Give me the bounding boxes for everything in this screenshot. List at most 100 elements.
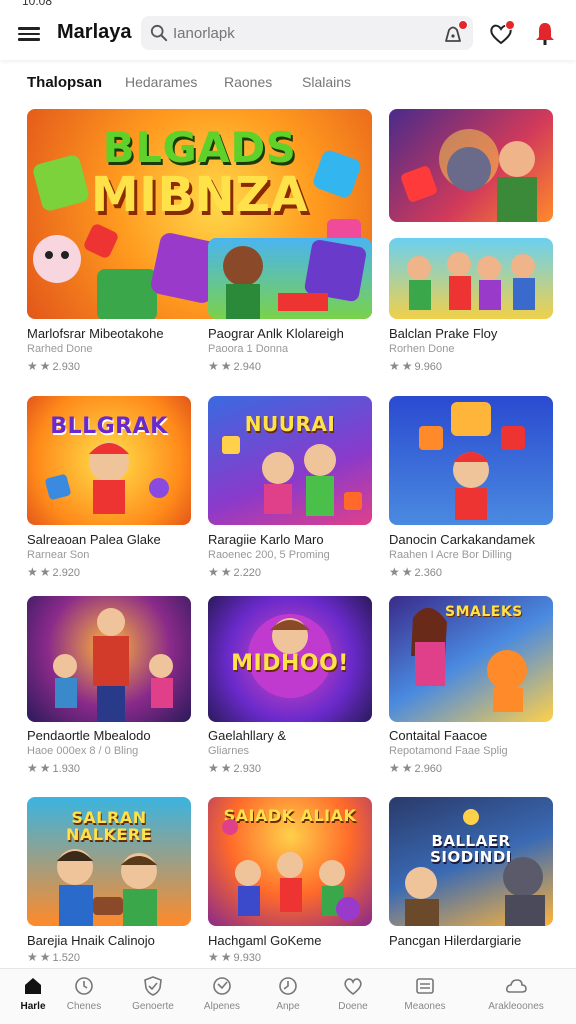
game-meta: Balclan Prake Floy Rorhen Done ★★9.960 xyxy=(389,326,497,373)
game-card-artwork xyxy=(407,252,535,310)
status-bar: 10:08 xyxy=(0,0,576,8)
bottom-navigation: Harle Chenes Genoerte Alpenes Anpe Doene… xyxy=(0,968,576,1024)
game-title: Salreaoan Palea Glake xyxy=(27,532,161,547)
star-icon: ★★ xyxy=(27,565,53,579)
game-meta: Barejia Hnaik Calinojo ★★1.520 xyxy=(27,933,155,964)
gauge-icon xyxy=(213,977,231,995)
game-card-artwork xyxy=(45,442,169,514)
game-card-11[interactable]: BALLAER SIODINDI xyxy=(389,797,553,926)
app-title: Marlaya xyxy=(57,21,132,43)
tab-hedarames[interactable]: Hedarames xyxy=(125,74,197,90)
game-card-artwork xyxy=(222,436,362,516)
game-title: Paograr Anlk Klolareigh xyxy=(208,326,344,341)
game-card-artwork xyxy=(223,239,366,319)
game-subtitle: Raoenec 200, 5 Proming xyxy=(208,549,330,561)
game-meta: Pendaortle Mbealodo Haoe 000ex 8 / 0 Bli… xyxy=(27,728,151,775)
game-subtitle: Rorhen Done xyxy=(389,343,455,355)
game-title: Raragiie Karlo Maro xyxy=(208,532,324,547)
star-icon: ★★ xyxy=(389,359,415,373)
tab-raones[interactable]: Raones xyxy=(224,74,272,90)
game-rating: ★★2.940 xyxy=(208,359,262,373)
heart-icon xyxy=(344,978,362,996)
search-input[interactable] xyxy=(173,21,433,45)
nav-genoerte[interactable]: Genoerte xyxy=(121,975,185,1012)
game-card-2[interactable] xyxy=(389,238,553,319)
game-rating: ★★2.360 xyxy=(389,565,443,579)
game-title: Hachgaml GoKeme xyxy=(208,933,322,948)
game-card-artwork xyxy=(222,819,360,921)
game-card-4[interactable]: NUURAI xyxy=(208,396,372,525)
game-rating: ★★9.960 xyxy=(389,359,443,373)
game-title: Contaital Faacoe xyxy=(389,728,488,743)
wishlist-badge xyxy=(505,20,515,30)
game-card-3[interactable]: BLLGRAK xyxy=(27,396,191,525)
star-icon: ★★ xyxy=(208,359,234,373)
game-meta: Pancgan Hilerdargiarie xyxy=(389,933,521,948)
game-rating: ★★2.960 xyxy=(389,761,443,775)
cloud-icon xyxy=(506,979,527,993)
game-card-top-right[interactable] xyxy=(389,109,553,222)
game-subtitle: Raahen I Acre Bor Dilling xyxy=(389,549,512,561)
game-rating: ★★1.520 xyxy=(27,950,81,964)
game-title: Barejia Hnaik Calinojo xyxy=(27,933,155,948)
game-card-5[interactable] xyxy=(389,396,553,525)
status-time: 10:08 xyxy=(22,0,53,8)
featured-game-logo-line2: MIBNZA xyxy=(90,167,309,223)
nav-arakleoones[interactable]: Arakleoones xyxy=(484,975,548,1012)
shield-icon xyxy=(144,976,162,996)
tab-slalains[interactable]: Slalains xyxy=(302,74,351,90)
game-subtitle: Repotamond Faae Splig xyxy=(389,745,508,757)
wishlist-button[interactable] xyxy=(488,20,515,47)
nav-doene[interactable]: Doene xyxy=(321,975,385,1012)
game-meta: Raragiie Karlo Maro Raoenec 200, 5 Promi… xyxy=(208,532,330,579)
star-icon: ★★ xyxy=(27,761,53,775)
nav-anpe[interactable]: Anpe xyxy=(256,975,320,1012)
game-card-9[interactable]: SALRAN NALKERE xyxy=(27,797,191,926)
notification-badge xyxy=(458,20,468,30)
game-subtitle: Gliarnes xyxy=(208,745,249,757)
game-card-1[interactable] xyxy=(208,238,372,319)
game-subtitle: Rarnear Son xyxy=(27,549,90,561)
game-meta: Gaelahllary & Gliarnes ★★2.930 xyxy=(208,728,286,775)
game-rating: ★★1.930 xyxy=(27,761,81,775)
game-title: Balclan Prake Floy xyxy=(389,326,498,341)
game-title: Marlofsrar Mibeotakohe xyxy=(27,326,164,341)
app-bar: Marlaya xyxy=(0,8,576,60)
star-icon: ★★ xyxy=(389,761,415,775)
game-meta: Hachgaml GoKeme ★★9.930 xyxy=(208,933,321,964)
featured-game-logo-line1: BLGADS xyxy=(102,123,297,172)
bell-icon xyxy=(536,23,554,45)
game-card-6[interactable] xyxy=(27,596,191,722)
game-card-artwork xyxy=(57,849,157,926)
game-card-artwork xyxy=(401,129,537,222)
notifications-button[interactable] xyxy=(532,20,558,48)
tab-thalopsan[interactable]: Thalopsan xyxy=(27,74,102,91)
nav-meaones[interactable]: Meaones xyxy=(393,975,457,1012)
search-bar[interactable] xyxy=(141,16,473,50)
game-subtitle: Rarhed Done xyxy=(27,343,93,355)
game-title: Danocin Carkakandamek xyxy=(389,532,535,547)
star-icon: ★★ xyxy=(27,359,53,373)
voice-search-button[interactable] xyxy=(441,20,468,46)
game-meta: Danocin Carkakandamek Raahen I Acre Bor … xyxy=(389,532,535,579)
game-card-artwork xyxy=(411,607,527,712)
game-card-artwork xyxy=(405,809,545,926)
time-icon xyxy=(279,977,297,995)
game-title: Gaelahllary & xyxy=(208,728,287,743)
game-rating: ★★9.930 xyxy=(208,950,262,964)
menu-icon[interactable] xyxy=(18,24,40,44)
search-icon xyxy=(150,24,168,42)
game-meta: Salreaoan Palea Glake Rarnear Son ★★2.92… xyxy=(27,532,161,579)
star-icon: ★★ xyxy=(208,950,234,964)
star-icon: ★★ xyxy=(208,761,234,775)
home-icon xyxy=(25,978,41,994)
game-card-10[interactable]: SAIADK ALIAK xyxy=(208,797,372,926)
game-rating: ★★2.220 xyxy=(208,565,262,579)
game-card-7[interactable]: MIDHOO! xyxy=(208,596,372,722)
clock-icon xyxy=(75,977,93,995)
game-rating: ★★2.930 xyxy=(208,761,262,775)
nav-chenes[interactable]: Chenes xyxy=(52,975,116,1012)
game-card-artwork xyxy=(419,402,525,520)
game-card-8[interactable]: SMALEKS xyxy=(389,596,553,722)
nav-alpenes[interactable]: Alpenes xyxy=(190,975,254,1012)
